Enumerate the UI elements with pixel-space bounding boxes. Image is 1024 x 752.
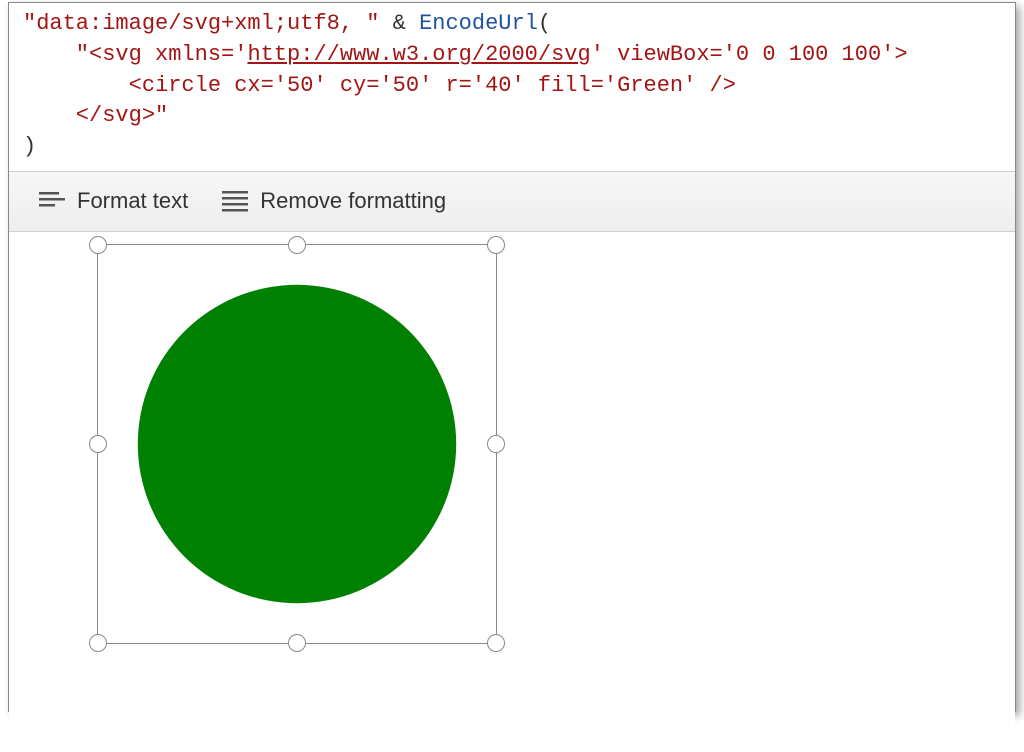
formula-url: http://www.w3.org/2000/svg: [247, 42, 590, 67]
remove-formatting-button[interactable]: Remove formatting: [222, 188, 446, 214]
formula-line2b: ' viewBox='0 0 100 100'>: [591, 42, 908, 67]
format-text-button[interactable]: Format text: [39, 188, 188, 214]
resize-handle-br[interactable]: [487, 634, 505, 652]
preview-circle: [138, 285, 456, 603]
remove-formatting-label: Remove formatting: [260, 188, 446, 214]
formula-rparen: ): [23, 134, 36, 159]
formula-op: &: [379, 11, 419, 36]
formula-line2a: "<svg xmlns=': [23, 42, 247, 67]
format-text-label: Format text: [77, 188, 188, 214]
resize-handle-tr[interactable]: [487, 236, 505, 254]
canvas[interactable]: [9, 232, 1015, 752]
formula-lparen: (: [538, 11, 551, 36]
resize-handle-ml[interactable]: [89, 435, 107, 453]
toolbar: Format text Remove formatting: [9, 172, 1015, 232]
resize-handle-mr[interactable]: [487, 435, 505, 453]
resize-handle-bl[interactable]: [89, 634, 107, 652]
formula-line3: <circle cx='50' cy='50' r='40' fill='Gre…: [23, 73, 736, 98]
resize-handle-tl[interactable]: [89, 236, 107, 254]
resize-handle-tm[interactable]: [288, 236, 306, 254]
editor-frame: "data:image/svg+xml;utf8, " & EncodeUrl(…: [8, 2, 1016, 712]
formula-line4: </svg>": [23, 103, 168, 128]
svg-preview: [98, 245, 496, 643]
formula-bar[interactable]: "data:image/svg+xml;utf8, " & EncodeUrl(…: [9, 3, 1015, 172]
resize-handle-bm[interactable]: [288, 634, 306, 652]
formula-prefix: "data:image/svg+xml;utf8, ": [23, 11, 379, 36]
remove-formatting-icon: [222, 190, 248, 212]
formula-func: EncodeUrl: [419, 11, 538, 36]
format-text-icon: [39, 190, 65, 212]
image-control[interactable]: [97, 244, 497, 644]
